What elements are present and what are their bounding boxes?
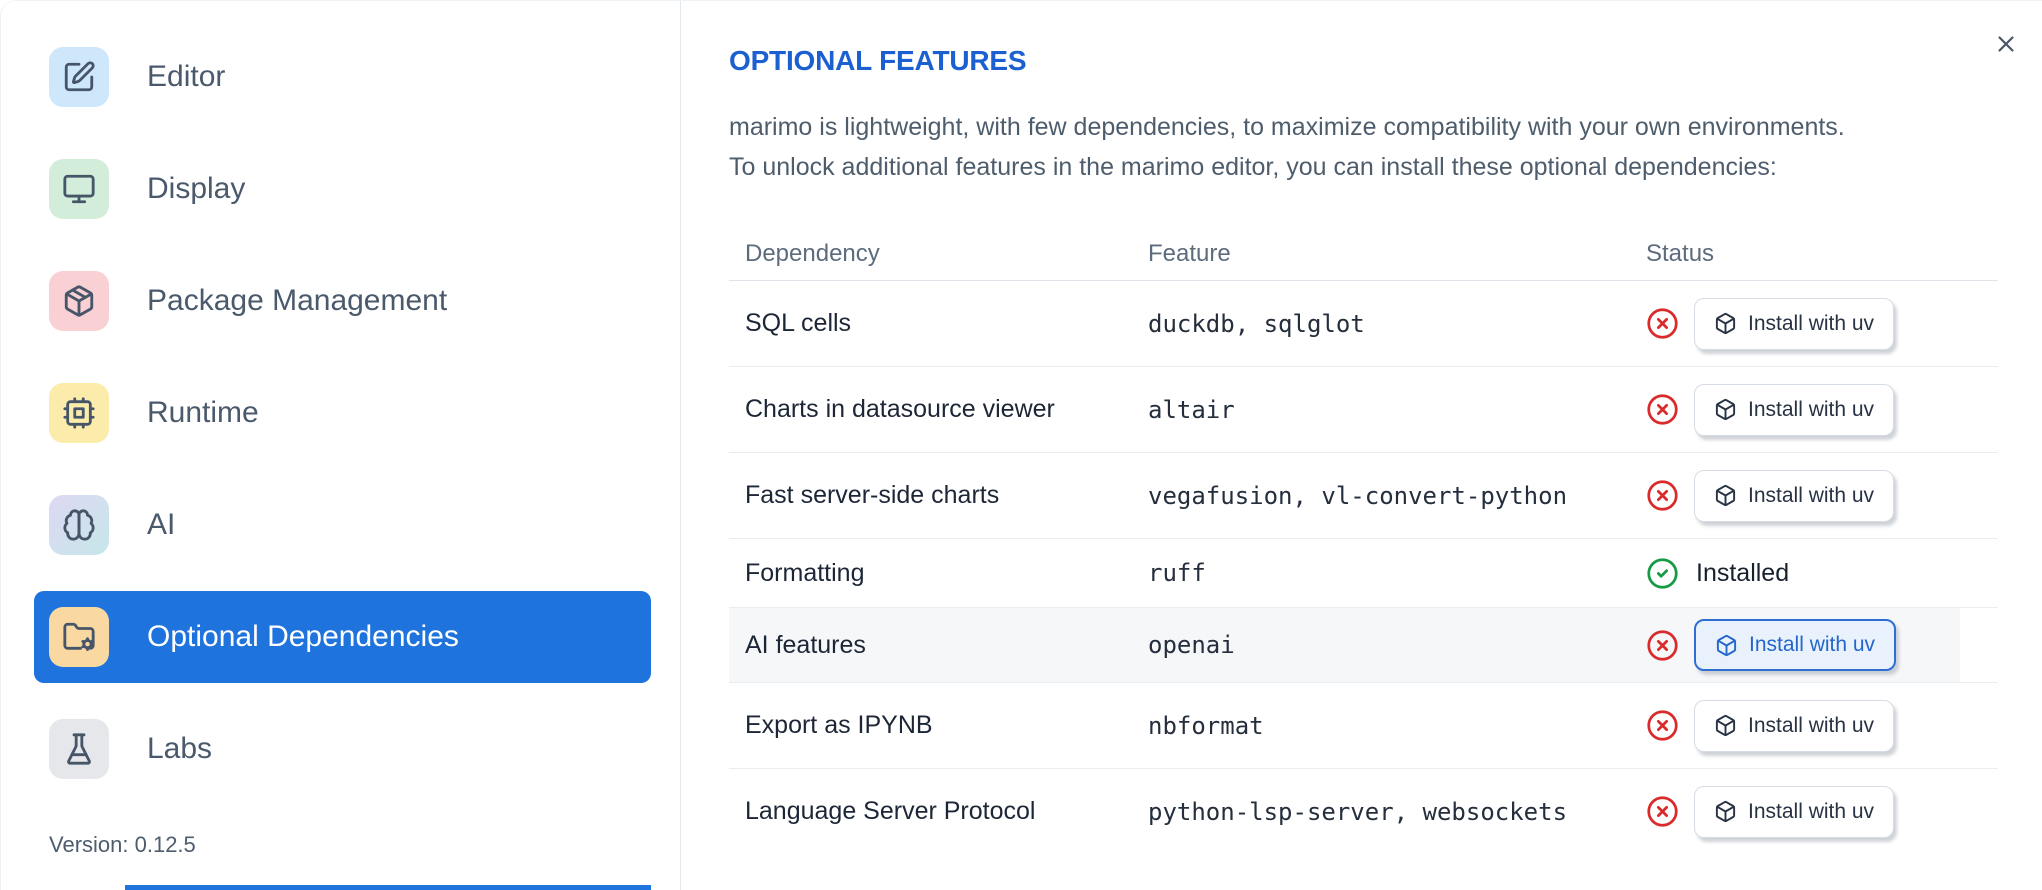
panel-description: marimo is lightweight, with few dependen… bbox=[729, 107, 1998, 187]
description-line-2: To unlock additional features in the mar… bbox=[729, 153, 1777, 181]
dependency-cell: Fast server-side charts bbox=[745, 481, 1000, 509]
column-header-feature: Feature bbox=[1148, 239, 1231, 267]
settings-dialog: Editor Display Package Management Runtime AI… bbox=[0, 0, 2042, 890]
sidebar-bottom-accent-bar bbox=[125, 885, 651, 890]
table-header: Dependency Feature Status bbox=[729, 227, 1998, 281]
box-icon bbox=[1715, 634, 1738, 657]
cpu-icon bbox=[49, 383, 109, 443]
install-with-uv-button[interactable]: Install with uv bbox=[1694, 699, 1895, 752]
table-row-ai-features: AI features openai Install with uv bbox=[729, 608, 1998, 683]
install-button-label: Install with uv bbox=[1749, 633, 1876, 656]
table-row-sql-cells: SQL cells duckdb, sqlglot Install with uv bbox=[729, 281, 1998, 367]
dependency-cell: Export as IPYNB bbox=[745, 711, 933, 739]
status-cell: Install with uv bbox=[1630, 383, 1998, 436]
optional-features-panel: OPTIONAL FEATURES marimo is lightweight,… bbox=[681, 1, 2042, 890]
table-body: SQL cells duckdb, sqlglot Install with uv C… bbox=[729, 281, 1998, 854]
sidebar-item-runtime[interactable]: Runtime bbox=[34, 367, 651, 459]
square-pen-icon bbox=[49, 47, 109, 107]
install-with-uv-button[interactable]: Install with uv bbox=[1694, 619, 1897, 671]
monitor-icon bbox=[49, 159, 109, 219]
feature-cell: vegafusion, vl-convert-python bbox=[1148, 481, 1568, 510]
feature-cell: nbformat bbox=[1148, 711, 1264, 740]
feature-cell: python-lsp-server, websockets bbox=[1148, 797, 1568, 826]
feature-cell: openai bbox=[1148, 631, 1235, 659]
install-with-uv-button[interactable]: Install with uv bbox=[1694, 469, 1895, 522]
circle-x-icon bbox=[1646, 307, 1679, 340]
sidebar-item-labs[interactable]: Labs bbox=[34, 703, 651, 795]
box-icon bbox=[1714, 312, 1737, 335]
flask-icon bbox=[49, 719, 109, 779]
status-cell: Install with uv bbox=[1630, 469, 1998, 522]
install-with-uv-button[interactable]: Install with uv bbox=[1694, 383, 1895, 436]
sidebar-item-package-management[interactable]: Package Management bbox=[34, 255, 651, 347]
install-button-label: Install with uv bbox=[1748, 713, 1875, 737]
status-cell: Install with uv bbox=[1630, 297, 1998, 350]
install-button-label: Install with uv bbox=[1748, 311, 1875, 335]
sidebar-item-label: Labs bbox=[147, 732, 213, 765]
installed-label: Installed bbox=[1696, 558, 1790, 587]
dependencies-table: Dependency Feature Status SQL cells duckd… bbox=[729, 227, 1998, 854]
table-row-export-as-ipynb: Export as IPYNB nbformat Install with uv bbox=[729, 683, 1998, 769]
box-icon bbox=[1714, 398, 1737, 421]
sidebar-item-editor[interactable]: Editor bbox=[34, 31, 651, 123]
status-cell: Installed bbox=[1630, 557, 1998, 590]
box-icon bbox=[1714, 714, 1737, 737]
feature-cell: duckdb, sqlglot bbox=[1148, 309, 1365, 338]
sidebar-item-label: Package Management bbox=[147, 284, 448, 317]
circle-x-icon bbox=[1646, 709, 1679, 742]
brain-icon bbox=[49, 495, 109, 555]
version-label: Version: 0.12.5 bbox=[49, 832, 196, 857]
box-icon bbox=[1714, 800, 1737, 823]
install-with-uv-button[interactable]: Install with uv bbox=[1694, 785, 1895, 838]
close-button[interactable] bbox=[1993, 31, 2019, 57]
table-row-fast-server-side-charts: Fast server-side charts vegafusion, vl-co… bbox=[729, 453, 1998, 539]
sidebar-item-label: Display bbox=[147, 172, 246, 205]
circle-x-icon bbox=[1646, 393, 1679, 426]
column-header-dependency: Dependency bbox=[745, 239, 880, 267]
sidebar-item-label: Editor bbox=[147, 60, 226, 93]
status-cell: Install with uv bbox=[1630, 699, 1998, 752]
install-button-label: Install with uv bbox=[1748, 397, 1875, 421]
circle-x-icon bbox=[1646, 479, 1679, 512]
circle-x-icon bbox=[1646, 629, 1679, 662]
box-icon bbox=[1714, 484, 1737, 507]
dependency-cell: Formatting bbox=[745, 558, 865, 587]
install-button-label: Install with uv bbox=[1748, 483, 1875, 507]
sidebar-item-label: AI bbox=[147, 508, 176, 541]
sidebar-item-display[interactable]: Display bbox=[34, 143, 651, 235]
settings-sidebar: Editor Display Package Management Runtime AI… bbox=[1, 1, 681, 890]
sidebar-item-optional-dependencies[interactable]: Optional Dependencies bbox=[34, 591, 651, 683]
feature-cell: altair bbox=[1148, 395, 1235, 424]
table-row-language-server-protocol: Language Server Protocol python-lsp-serve… bbox=[729, 769, 1998, 854]
status-cell: Install with uv bbox=[1630, 785, 1998, 838]
dependency-cell: Language Server Protocol bbox=[745, 797, 1036, 825]
install-with-uv-button[interactable]: Install with uv bbox=[1694, 297, 1895, 350]
feature-cell: ruff bbox=[1148, 559, 1206, 587]
sidebar-nav: Editor Display Package Management Runtime AI… bbox=[1, 31, 680, 795]
dependency-cell: AI features bbox=[745, 630, 866, 659]
page-title: OPTIONAL FEATURES bbox=[729, 45, 1027, 76]
install-button-label: Install with uv bbox=[1748, 799, 1875, 823]
column-header-status: Status bbox=[1646, 239, 1715, 267]
circle-x-icon bbox=[1646, 795, 1679, 828]
close-icon bbox=[1993, 31, 2019, 57]
folder-cog-icon bbox=[49, 607, 109, 667]
dependency-cell: Charts in datasource viewer bbox=[745, 395, 1055, 423]
sidebar-item-label: Optional Dependencies bbox=[147, 620, 459, 653]
dependency-cell: SQL cells bbox=[745, 309, 852, 337]
sidebar-item-label: Runtime bbox=[147, 396, 259, 429]
package-icon bbox=[49, 271, 109, 331]
description-line-1: marimo is lightweight, with few dependen… bbox=[729, 113, 1845, 141]
table-row-charts-in-datasource-viewer: Charts in datasource viewer altair Install… bbox=[729, 367, 1998, 453]
status-cell: Install with uv bbox=[1630, 619, 1998, 671]
table-row-formatting: Formatting ruff Installed bbox=[729, 539, 1998, 608]
circle-check-icon bbox=[1646, 557, 1679, 590]
sidebar-item-ai[interactable]: AI bbox=[34, 479, 651, 571]
